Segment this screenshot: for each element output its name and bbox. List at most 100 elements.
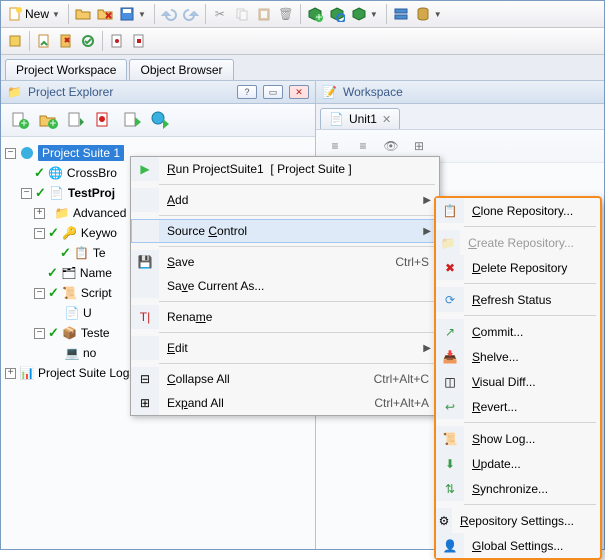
menu-visual-diff[interactable]: ◫Visual Diff... <box>436 369 600 394</box>
menu-shelve[interactable]: 📥Shelve... <box>436 344 600 369</box>
expand-icon[interactable]: + <box>5 368 16 379</box>
map-icon: 🗂 <box>61 266 77 280</box>
new-button[interactable]: New▼ <box>5 3 64 25</box>
cut-icon[interactable]: ✂ <box>210 3 230 25</box>
expand-icon: ⊞ <box>140 396 150 410</box>
log-icon: 📜 <box>443 432 458 446</box>
menu-revert[interactable]: ↩Revert... <box>436 394 600 419</box>
tree-item[interactable]: Te <box>93 246 106 260</box>
expand-icon[interactable]: − <box>21 188 32 199</box>
tree-item[interactable]: Teste <box>81 326 110 340</box>
global-icon: 👤 <box>443 539 458 553</box>
tool-icon-2[interactable] <box>34 30 54 52</box>
revert-icon: ↩ <box>445 400 455 414</box>
tool-icon-6[interactable] <box>129 30 149 52</box>
tree-item[interactable]: Keywo <box>81 226 117 240</box>
cube-target-icon[interactable] <box>327 3 347 25</box>
sub-toolbar <box>1 28 604 55</box>
cube-add-icon[interactable]: + <box>305 3 325 25</box>
explorer-icon: 📁 <box>7 85 22 99</box>
menu-global-settings[interactable]: 👤Global Settings... <box>436 533 600 558</box>
expand-icon[interactable]: + <box>34 208 45 219</box>
svg-text:+: + <box>315 10 322 22</box>
suite-icon <box>19 145 35 161</box>
app-icon: 💻 <box>64 346 80 360</box>
expand-icon[interactable]: − <box>34 328 45 339</box>
menu-update[interactable]: ⬇Update... <box>436 451 600 476</box>
expand-icon[interactable]: − <box>34 288 45 299</box>
tab-object-browser[interactable]: Object Browser <box>129 59 233 80</box>
run-icon[interactable] <box>119 107 145 133</box>
sync-icon: ⇅ <box>445 482 455 496</box>
menu-edit[interactable]: Edit▶ <box>131 336 439 360</box>
add-item-icon[interactable]: + <box>7 107 33 133</box>
menu-commit[interactable]: ↗Commit... <box>436 319 600 344</box>
tree-item[interactable]: Name <box>80 266 112 280</box>
menu-save-as[interactable]: Save Current As... <box>131 274 439 298</box>
redo-icon[interactable] <box>181 3 201 25</box>
tree-item[interactable]: Script <box>81 286 112 300</box>
expand-icon[interactable]: − <box>5 148 16 159</box>
editor-tab-unit1[interactable]: 📄 Unit1 ✕ <box>320 108 400 129</box>
tree-item[interactable]: Advanced <box>73 206 126 220</box>
project-icon: 📄 <box>49 186 65 200</box>
tool-icon-5[interactable] <box>107 30 127 52</box>
paste-icon[interactable] <box>254 3 274 25</box>
save-icon: 💾 <box>138 255 153 269</box>
server-icon[interactable] <box>391 3 411 25</box>
delete-icon: ✖ <box>445 261 455 275</box>
globe-icon: 🌐 <box>48 166 64 180</box>
menu-add[interactable]: Add▶ <box>131 188 439 212</box>
menu-expand-all[interactable]: ⊞Expand AllCtrl+Alt+A <box>131 391 439 415</box>
expand-icon[interactable]: − <box>34 228 45 239</box>
logs-icon: 📊 <box>19 366 35 380</box>
explorer-icon-4[interactable] <box>91 107 117 133</box>
menu-save[interactable]: 💾SaveCtrl+S <box>131 250 439 274</box>
tree-root[interactable]: Project Suite 1 <box>38 145 124 161</box>
tool-icon-1[interactable] <box>5 30 25 52</box>
tab-project-workspace[interactable]: Project Workspace <box>5 59 127 80</box>
save-icon[interactable]: ▼ <box>117 3 150 25</box>
menu-refresh-status[interactable]: ⟳Refresh Status <box>436 287 600 312</box>
main-toolbar: New▼ ▼ ✂ 🗑 + ▼ ▼ <box>1 1 604 28</box>
tool-icon-3[interactable] <box>56 30 76 52</box>
run-suite-icon[interactable] <box>147 107 173 133</box>
close-button[interactable]: ✕ <box>289 85 309 99</box>
update-icon: ⬇ <box>445 457 455 471</box>
explorer-icon-3[interactable] <box>63 107 89 133</box>
database-icon[interactable]: ▼ <box>413 3 446 25</box>
tree-item[interactable]: no <box>83 346 96 360</box>
close-tab-icon[interactable]: ✕ <box>382 113 391 126</box>
menu-delete-repo[interactable]: ✖Delete Repository <box>436 255 600 280</box>
menu-show-log[interactable]: 📜Show Log... <box>436 426 600 451</box>
tree-item[interactable]: Project Suite Logs <box>38 366 135 380</box>
check-icon: ✓ <box>60 245 71 261</box>
copy-icon[interactable] <box>232 3 252 25</box>
tree-item[interactable]: TestProj <box>68 186 115 200</box>
workspace-icon: 📝 <box>322 85 337 99</box>
menu-clone-repo[interactable]: 📋Clone Repository... <box>436 198 600 223</box>
delete-icon[interactable]: 🗑 <box>276 3 296 25</box>
undo-icon[interactable] <box>159 3 179 25</box>
menu-source-control[interactable]: Source Control▶ <box>131 219 439 243</box>
add-folder-icon[interactable]: + <box>35 107 61 133</box>
keyword-icon: 🔑 <box>62 226 78 240</box>
menu-repo-settings[interactable]: ⚙Repository Settings... <box>436 508 600 533</box>
close-folder-icon[interactable] <box>95 3 115 25</box>
menu-collapse-all[interactable]: ⊟Collapse AllCtrl+Alt+C <box>131 367 439 391</box>
open-icon[interactable] <box>73 3 93 25</box>
cube-dropdown-icon[interactable]: ▼ <box>349 3 382 25</box>
help-button[interactable]: ? <box>237 85 257 99</box>
menu-run[interactable]: ▶Run ProjectSuite1 [ Project Suite ] <box>131 157 439 181</box>
check-icon: ✓ <box>47 265 58 281</box>
collapse-icon: ⊟ <box>140 372 150 386</box>
context-menu: ▶Run ProjectSuite1 [ Project Suite ] Add… <box>130 156 440 416</box>
project-explorer-title: Project Explorer <box>28 85 231 99</box>
menu-rename[interactable]: T|Rename <box>131 305 439 329</box>
menu-synchronize[interactable]: ⇅Synchronize... <box>436 476 600 501</box>
tool-icon-4[interactable] <box>78 30 98 52</box>
folder-icon: 📁 <box>54 206 70 220</box>
tree-item[interactable]: CrossBro <box>67 166 117 180</box>
tree-item[interactable]: U <box>83 306 92 320</box>
minimize-button[interactable]: ▭ <box>263 85 283 99</box>
